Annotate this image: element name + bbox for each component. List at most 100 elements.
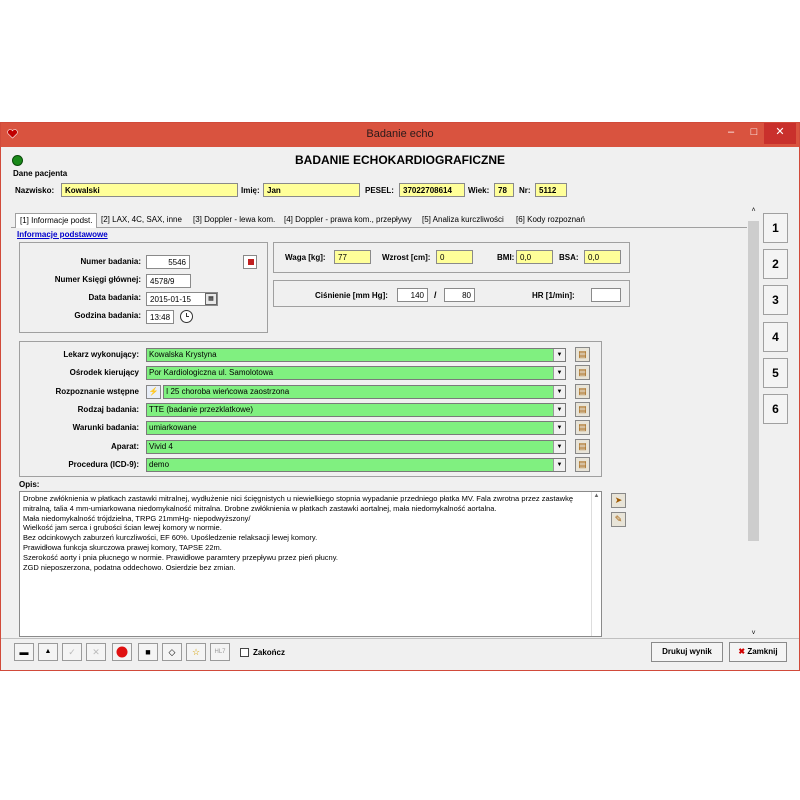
hr-field[interactable] — [591, 288, 621, 302]
check-icon[interactable]: ✓ — [62, 643, 82, 661]
procedure-label: Procedura (ICD-9): — [68, 459, 139, 469]
close-button[interactable]: ✖ Zamknij — [729, 642, 787, 662]
chevron-down-icon[interactable]: ▼ — [553, 367, 565, 380]
star-icon[interactable]: ☆ — [186, 643, 206, 661]
section-button-6[interactable]: 6 — [763, 394, 788, 424]
dictionary-icon[interactable]: ▤ — [575, 420, 590, 436]
time-field[interactable]: 13:48 — [146, 310, 174, 324]
exam-conditions-value: umiarkowane — [149, 423, 197, 433]
dictionary-icon[interactable]: ▤ — [575, 383, 590, 399]
camera-icon[interactable]: ■ — [138, 643, 158, 661]
up-arrow-icon[interactable]: ▲ — [38, 643, 58, 661]
first-record-button[interactable]: ▬ — [14, 643, 34, 661]
diastolic-field[interactable]: 80 — [444, 288, 475, 302]
section-button-5[interactable]: 5 — [763, 358, 788, 388]
tab-basic-info[interactable]: [1] Informacje podst. — [15, 213, 97, 228]
height-field[interactable]: 0 — [436, 250, 473, 264]
device-value: Vivid 4 — [149, 441, 173, 451]
maximize-button[interactable]: □ — [744, 123, 764, 144]
diagnosis-lookup-icon[interactable]: ⚡ — [146, 384, 161, 399]
procedure-value: demo — [149, 459, 170, 469]
description-text: Szerokość aorty i pnia płucnego w normie… — [23, 552, 339, 562]
exam-no-field[interactable]: 5546 — [146, 255, 190, 269]
description-textarea[interactable]: Drobne zwłóknienia w płatkach zastawki m… — [19, 491, 602, 637]
template-edit-icon[interactable]: ✎ — [611, 512, 626, 527]
chevron-down-icon[interactable]: ▼ — [553, 349, 565, 361]
print-result-button[interactable]: Drukuj wynik — [651, 642, 723, 662]
initial-diagnosis-select[interactable]: I 25 choroba wieńcowa zaostrzona ▼ — [163, 384, 566, 399]
tab-lax[interactable]: [2] LAX, 4C, SAX, inne — [101, 213, 182, 228]
main-scrollbar[interactable]: ˄ ˅ — [747, 207, 760, 637]
cancel-x-icon[interactable]: ✕ — [86, 643, 106, 661]
section-button-1[interactable]: 1 — [763, 213, 788, 243]
weight-field[interactable]: 77 — [334, 250, 371, 264]
exam-type-value: TTE (badanie przezklatkowe) — [149, 404, 254, 414]
tab-doppler-right[interactable]: [4] Doppler - prawa kom., przepływy — [284, 213, 412, 228]
eraser-icon[interactable]: ◇ — [162, 643, 182, 661]
clock-icon[interactable] — [179, 309, 194, 324]
dictionary-icon[interactable]: ▤ — [575, 347, 590, 362]
description-text: Wielkość jam serca i grubości ścian lewe… — [23, 523, 222, 533]
template-insert-icon[interactable]: ➤ — [611, 493, 626, 508]
dictionary-icon[interactable]: ▤ — [575, 456, 590, 472]
exam-type-select[interactable]: TTE (badanie przezklatkowe) ▼ — [146, 402, 566, 417]
referring-center-label: Ośrodek kierujący — [69, 368, 139, 378]
scroll-down-icon[interactable]: ˅ — [747, 630, 760, 637]
description-text: Mała niedomykalność trójdzielna, TRPG 21… — [23, 513, 251, 523]
firstname-field[interactable]: Jan — [263, 183, 360, 197]
procedure-select[interactable]: demo ▼ — [146, 457, 566, 472]
chevron-down-icon[interactable]: ▼ — [553, 403, 565, 416]
scroll-thumb[interactable] — [748, 221, 759, 541]
dictionary-icon[interactable]: ▤ — [575, 438, 590, 454]
time-label: Godzina badania: — [74, 311, 141, 320]
description-text: Prawidłowa funkcja skurczowa prawej komo… — [23, 542, 222, 552]
toolbar-divider — [1, 638, 799, 639]
bsa-field[interactable]: 0,0 — [584, 250, 621, 264]
hl7-button[interactable]: HL7 — [210, 643, 230, 661]
dictionary-icon[interactable]: ▤ — [575, 365, 590, 381]
calendar-icon[interactable]: ▦ — [205, 293, 217, 305]
doctor-label: Lekarz wykonujący: — [63, 350, 139, 359]
height-label: Wzrost [cm]: — [382, 253, 431, 262]
close-window-button[interactable]: ✕ — [764, 123, 796, 144]
chevron-down-icon[interactable]: ▼ — [553, 385, 565, 398]
textarea-scrollbar[interactable]: ▲ — [591, 492, 601, 636]
exam-no-icon[interactable] — [243, 255, 257, 269]
doctor-value: Kowalska Krystyna — [149, 350, 217, 359]
chevron-down-icon[interactable]: ▼ — [553, 458, 565, 471]
age-field[interactable]: 78 — [494, 183, 514, 197]
app-window: Badanie echo – □ ✕ BADANIE ECHOKARDIOGRA… — [0, 122, 800, 671]
exam-type-label: Rodzaj badania: — [77, 404, 139, 414]
chevron-down-icon[interactable]: ▼ — [553, 422, 565, 435]
pesel-field[interactable]: 37022708614 — [399, 183, 465, 197]
finish-label: Zakończ — [253, 648, 286, 657]
device-select[interactable]: Vivid 4 ▼ — [146, 439, 566, 454]
section-link[interactable]: Informacje podstawowe — [17, 230, 108, 239]
scroll-up-icon[interactable]: ˄ — [747, 207, 760, 214]
finish-checkbox[interactable] — [240, 648, 249, 657]
scroll-up-icon[interactable]: ▲ — [592, 492, 601, 502]
tab-doppler-left[interactable]: [3] Doppler - lewa kom. — [193, 213, 275, 228]
tab-diagnosis-codes[interactable]: [6] Kody rozpoznań — [516, 213, 585, 228]
pressure-separator: / — [434, 290, 437, 300]
initial-diagnosis-value: I 25 choroba wieńcowa zaostrzona — [166, 386, 290, 396]
systolic-field[interactable]: 140 — [397, 288, 428, 302]
tab-contractility[interactable]: [5] Analiza kurczliwości — [422, 213, 504, 228]
exam-conditions-select[interactable]: umiarkowane ▼ — [146, 421, 566, 436]
dictionary-icon[interactable]: ▤ — [575, 401, 590, 417]
bmi-field[interactable]: 0,0 — [516, 250, 553, 264]
book-no-label: Numer Księgi głównej: — [54, 275, 141, 284]
record-icon[interactable] — [112, 643, 132, 661]
chevron-down-icon[interactable]: ▼ — [553, 440, 565, 453]
section-button-4[interactable]: 4 — [763, 322, 788, 352]
section-button-2[interactable]: 2 — [763, 249, 788, 279]
referring-center-select[interactable]: Por Kardiologiczna ul. Samolotowa ▼ — [146, 366, 566, 381]
minimize-button[interactable]: – — [718, 123, 744, 144]
surname-field[interactable]: Kowalski — [61, 183, 238, 197]
section-button-3[interactable]: 3 — [763, 285, 788, 315]
age-label: Wiek: — [468, 186, 490, 195]
nr-field[interactable]: 5112 — [535, 183, 567, 197]
doctor-select[interactable]: Kowalska Krystyna ▼ — [146, 348, 566, 362]
description-text: Drobne zwłóknienia w płatkach zastawki m… — [23, 494, 574, 513]
book-no-field[interactable]: 4578/9 — [146, 274, 191, 288]
